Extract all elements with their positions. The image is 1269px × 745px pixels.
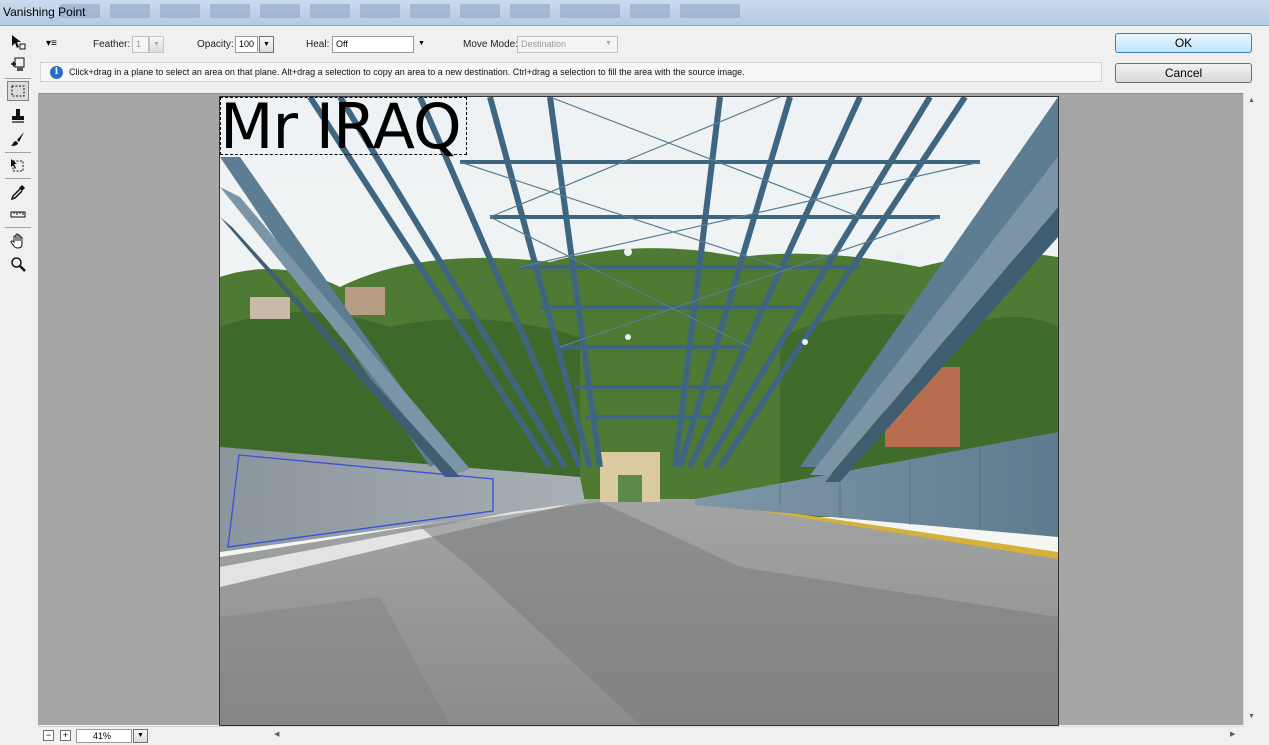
- heal-label: Heal:: [306, 39, 330, 50]
- tool-separator: [5, 152, 31, 153]
- zoom-dropdown-arrow-icon[interactable]: ▼: [133, 729, 148, 743]
- tool-separator: [5, 227, 31, 228]
- edit-plane-tool-icon[interactable]: [7, 32, 29, 52]
- bridge-image: [220, 97, 1058, 725]
- cancel-button[interactable]: Cancel: [1115, 63, 1252, 83]
- scroll-up-arrow-icon[interactable]: ▲: [1248, 97, 1255, 104]
- tool-palette: [0, 28, 36, 745]
- feather-dropdown-arrow-icon[interactable]: ▼: [149, 36, 164, 53]
- zoom-bar: − + 41% ▼: [38, 726, 270, 745]
- options-menu-icon[interactable]: ▾≡: [46, 38, 57, 49]
- window-title: Vanishing Point: [3, 5, 86, 19]
- background-menu-ghost: [60, 4, 1200, 22]
- canvas-area[interactable]: Mr IRAQ: [38, 93, 1243, 726]
- zoom-level-field[interactable]: 41%: [76, 729, 132, 743]
- feather-label: Feather:: [93, 39, 131, 50]
- heal-select[interactable]: Off: [332, 36, 414, 53]
- feather-field[interactable]: 1: [132, 36, 149, 53]
- tool-separator: [5, 78, 31, 79]
- move-mode-label: Move Mode:: [463, 39, 519, 50]
- vertical-scrollbar[interactable]: ▲ ▼: [1243, 93, 1260, 725]
- transform-tool-icon[interactable]: [7, 156, 29, 176]
- info-text: Click+drag in a plane to select an area …: [69, 67, 745, 77]
- info-icon: i: [50, 66, 63, 79]
- scroll-down-arrow-icon[interactable]: ▼: [1248, 713, 1255, 720]
- hand-tool-icon[interactable]: [7, 231, 29, 251]
- heal-dropdown-arrow-icon[interactable]: ▼: [414, 36, 429, 53]
- marquee-tool-icon[interactable]: [7, 81, 29, 101]
- stamp-tool-icon[interactable]: [7, 106, 29, 126]
- horizontal-scrollbar[interactable]: ◀ ▶: [270, 726, 1243, 743]
- opacity-field[interactable]: 100: [235, 36, 258, 53]
- zoom-tool-icon[interactable]: [7, 254, 29, 274]
- ok-button[interactable]: OK: [1115, 33, 1252, 53]
- scroll-left-arrow-icon[interactable]: ◀: [274, 730, 279, 738]
- info-bar: i Click+drag in a plane to select an are…: [40, 62, 1102, 82]
- selection-marquee[interactable]: [220, 97, 467, 155]
- zoom-out-button[interactable]: −: [43, 730, 54, 741]
- opacity-dropdown-arrow-icon[interactable]: ▼: [259, 36, 274, 53]
- scroll-right-arrow-icon[interactable]: ▶: [1230, 730, 1235, 738]
- brush-tool-icon[interactable]: [7, 129, 29, 149]
- title-bar: Vanishing Point: [0, 0, 1269, 26]
- zoom-in-button[interactable]: +: [60, 730, 71, 741]
- bridge-photo[interactable]: Mr IRAQ: [219, 96, 1059, 726]
- measure-tool-icon[interactable]: [7, 204, 29, 224]
- options-toolbar: ▾≡ Feather: 1 ▼ Opacity: 100 ▼ Heal: Off…: [38, 31, 1108, 59]
- tool-separator: [5, 178, 31, 179]
- move-mode-dropdown-arrow-icon[interactable]: ▼: [601, 36, 616, 53]
- create-plane-tool-icon[interactable]: [7, 54, 29, 74]
- opacity-label: Opacity:: [197, 39, 234, 50]
- eyedropper-tool-icon[interactable]: [7, 182, 29, 202]
